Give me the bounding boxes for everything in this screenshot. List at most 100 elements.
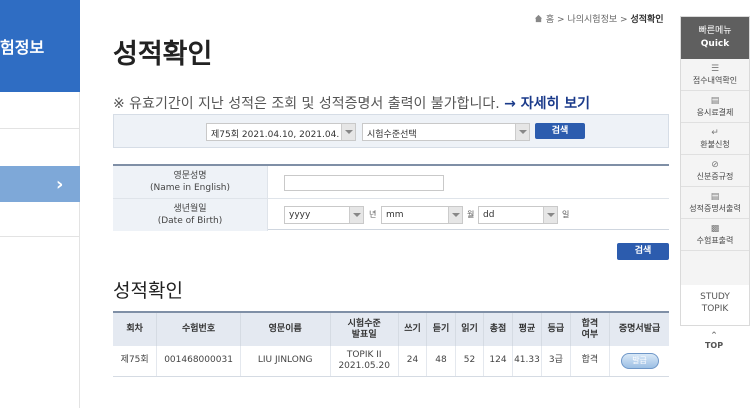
page-title: 성적확인 [113, 39, 213, 70]
notice-text: ※ 유효기간이 지난 성적은 조회 및 성적증명서 출력이 불가합니다. [113, 96, 500, 112]
quick-item-id-rules[interactable]: ⊘ 신분증규정 [681, 157, 749, 187]
home-icon[interactable] [534, 14, 543, 23]
dob-label-en: (Date of Birth) [157, 216, 223, 226]
col-header: 평균 [512, 311, 543, 346]
dob-label: 생년월일 (Date of Birth) [113, 199, 268, 231]
dob-label-ko: 생년월일 [173, 204, 207, 214]
level-select-value: 시험수준선택 [367, 130, 417, 140]
card-icon: ▤ [710, 96, 720, 106]
exam-round-value: 제75회 2021.04.10, 2021.04. [211, 130, 340, 140]
quick-item-registration[interactable]: ☰ 접수내역확인 [681, 61, 749, 91]
year-select-value: yyyy [289, 210, 311, 220]
col-header: 쓰기 [398, 311, 428, 346]
results-header-row: 회차 수험번호 영문이름 시험수준 발표일 쓰기 듣기 읽기 총점 평균 등급 합… [113, 311, 669, 346]
listening-score: 48 [426, 346, 456, 377]
english-name-input[interactable] [284, 175, 444, 191]
breadcrumb-current: 성적확인 [630, 15, 664, 25]
chevron-down-icon [341, 124, 355, 140]
quick-item-label: 환불신청 [700, 140, 730, 149]
breadcrumb-separator: > [557, 15, 565, 25]
month-unit: 월 [467, 210, 475, 219]
exam-number-cell: 001468000031 [156, 346, 241, 377]
writing-score: 24 [398, 346, 428, 377]
sidebar-item-active[interactable]: › [0, 166, 80, 202]
col-header: 합격 여부 [570, 311, 611, 346]
level-select[interactable]: 시험수준선택 [362, 123, 530, 141]
sidebar-divider [0, 236, 80, 237]
month-select[interactable]: mm [381, 206, 463, 224]
day-select-value: dd [483, 210, 495, 220]
prohibit-icon: ⊘ [711, 160, 719, 170]
col-header: 영문이름 [240, 311, 331, 346]
col-header: 등급 [541, 311, 571, 346]
breadcrumb-separator: > [620, 15, 628, 25]
col-header: 회차 [113, 311, 158, 346]
exam-round-select[interactable]: 제75회 2021.04.10, 2021.04. [206, 123, 356, 141]
page: 험정보 › 홈 > 나의시험정보 > 성적확인 성적확인 ※ 유효기간이 지난 … [0, 0, 750, 408]
dob-row: 생년월일 (Date of Birth) yyyy 년 mm 월 dd 일 [113, 198, 669, 231]
study-line-1: STUDY [700, 292, 730, 302]
name-label: 영문성명 (Name in English) [113, 166, 268, 198]
breadcrumb-parent[interactable]: 나의시험정보 [567, 15, 617, 25]
breadcrumb-home[interactable]: 홈 [546, 15, 554, 25]
identity-search-button[interactable]: 검색 [617, 243, 669, 260]
exam-search-button[interactable]: 검색 [535, 123, 585, 139]
table-row: 제75회 001468000031 LIU JINLONG TOPIK II 2… [113, 346, 669, 377]
quick-item-refund[interactable]: ↵ 환불신청 [681, 125, 749, 155]
day-select[interactable]: dd [478, 206, 558, 224]
year-select[interactable]: yyyy [284, 206, 364, 224]
quick-item-label: 신분증규정 [696, 172, 734, 181]
col-header: 듣기 [426, 311, 456, 346]
printer-icon: ▩ [710, 224, 720, 234]
chevron-down-icon [515, 124, 529, 140]
sidebar-heading: 험정보 [0, 38, 45, 57]
chevron-down-icon [349, 207, 363, 223]
col-header: 시험수준 발표일 [330, 311, 399, 346]
quick-item-payment[interactable]: ▤ 응시료결제 [681, 93, 749, 123]
quick-head-en: Quick [700, 39, 730, 49]
issue-cell: 발급 [609, 346, 669, 377]
quick-item-label: 접수내역확인 [692, 76, 738, 85]
quick-item-label: 수험표출력 [696, 236, 734, 245]
list-icon: ☰ [710, 64, 720, 74]
breadcrumb: 홈 > 나의시험정보 > 성적확인 [534, 12, 664, 25]
month-select-value: mm [386, 210, 404, 220]
chevron-down-icon [543, 207, 557, 223]
average-score: 41.33 [512, 346, 543, 377]
total-score: 124 [483, 346, 513, 377]
col-header: 증명서발급 [609, 311, 669, 346]
left-sidebar: 험정보 › [0, 0, 80, 408]
quick-item-certificate[interactable]: ▤ 성적증명서출력 [681, 189, 749, 219]
quick-menu: 빠른메뉴 Quick ☰ 접수내역확인 ▤ 응시료결제 ↵ 환불신청 ⊘ 신분증… [680, 16, 750, 326]
level-value: TOPIK II [346, 349, 382, 360]
quick-head-ko: 빠른메뉴 [698, 26, 732, 36]
english-name-cell: LIU JINLONG [240, 346, 331, 377]
year-unit: 년 [369, 210, 377, 219]
chevron-down-icon [448, 207, 462, 223]
scroll-top-button[interactable]: ⌃ TOP [696, 331, 732, 351]
quick-item-admission-ticket[interactable]: ▩ 수험표출력 [681, 221, 749, 251]
sidebar-divider [0, 128, 80, 129]
chevron-up-icon: ⌃ [710, 331, 718, 341]
quick-menu-header: 빠른메뉴 Quick [681, 17, 749, 59]
return-icon: ↵ [711, 128, 719, 138]
col-header: 총점 [483, 311, 513, 346]
name-row: 영문성명 (Name in English) [113, 166, 669, 198]
detail-link[interactable]: → 자세히 보기 [504, 96, 590, 112]
top-label: TOP [704, 341, 724, 350]
name-label-en: (Name in English) [150, 183, 230, 193]
announce-date: 2021.05.20 [338, 360, 390, 371]
day-unit: 일 [562, 210, 570, 219]
study-line-2: TOPIK [701, 304, 729, 314]
name-label-ko: 영문성명 [173, 171, 207, 181]
quick-item-label: 응시료결제 [696, 108, 734, 117]
chevron-right-icon: › [56, 174, 64, 195]
exam-filter-box: 제75회 2021.04.10, 2021.04. 시험수준선택 검색 [113, 114, 669, 148]
pass-status: 합격 [570, 346, 611, 377]
quick-item-label: 성적증명서출력 [689, 204, 741, 213]
certificate-icon: ▤ [710, 192, 720, 202]
study-topik-link[interactable]: STUDY TOPIK [681, 285, 749, 325]
issue-certificate-button[interactable]: 발급 [620, 352, 659, 369]
results-title: 성적확인 [113, 280, 183, 302]
grade-cell: 3급 [541, 346, 571, 377]
